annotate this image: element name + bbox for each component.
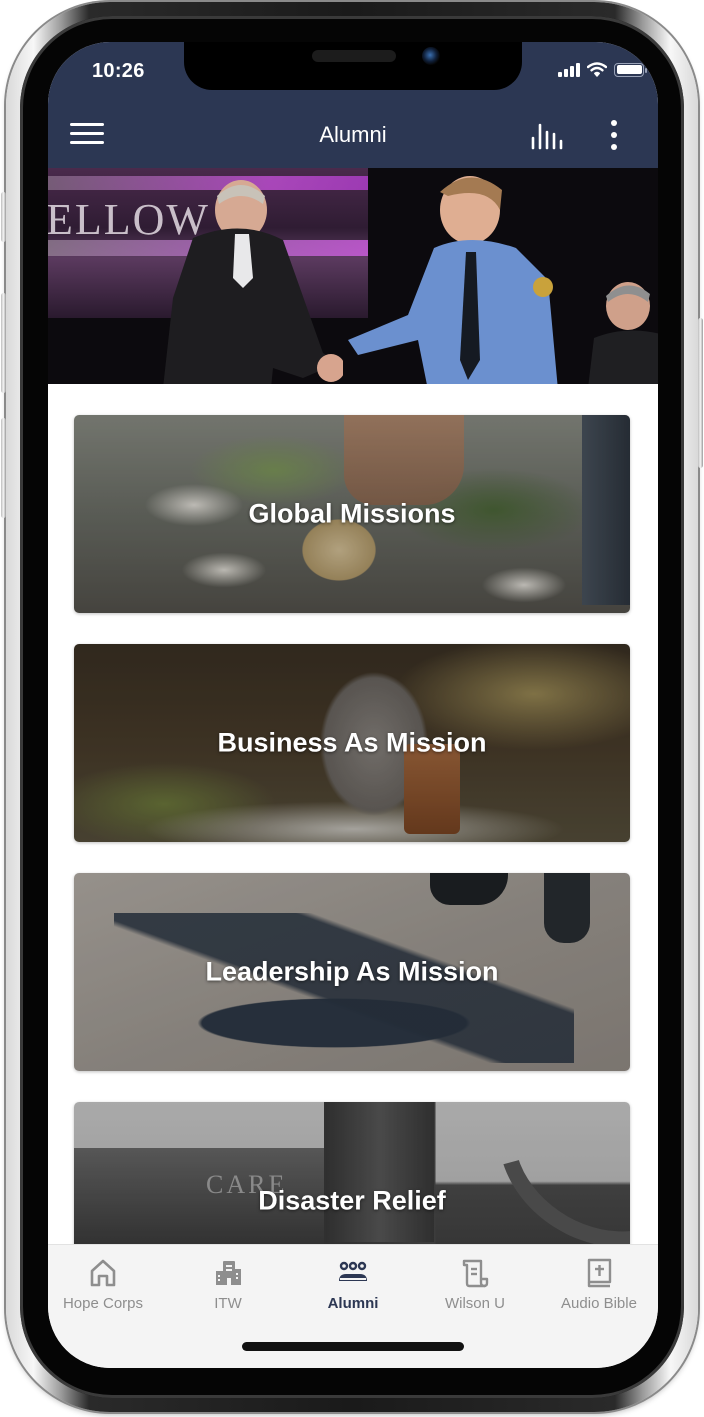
tab-hope-corps[interactable]: Hope Corps — [48, 1257, 164, 1317]
card-overlay — [74, 1102, 630, 1244]
speaker-grille — [312, 50, 396, 62]
tab-wilson-u[interactable]: Wilson U — [414, 1257, 536, 1317]
card-leadership-as-mission[interactable]: Leadership As Mission — [74, 873, 630, 1071]
hero-image: ELLOW — [48, 168, 658, 384]
card-label: Disaster Relief — [258, 1185, 446, 1216]
tab-label: ITW — [214, 1295, 242, 1312]
page-title: Alumni — [319, 122, 387, 147]
wifi-icon — [587, 62, 607, 77]
group-icon — [339, 1261, 367, 1281]
card-business-as-mission[interactable]: Business As Mission — [74, 644, 630, 842]
card-label: Global Missions — [248, 498, 456, 529]
power-button — [698, 318, 703, 468]
home-icon — [90, 1259, 116, 1287]
app-header: 10:26 Alumni — [48, 42, 658, 168]
audio-equalizer-icon[interactable] — [530, 122, 566, 150]
volume-up-button — [1, 293, 6, 393]
scroll-icon — [462, 1259, 489, 1288]
front-camera — [422, 47, 440, 65]
card-disaster-relief[interactable]: CARE Disaster Relief — [74, 1102, 630, 1244]
tab-itw[interactable]: ITW — [167, 1257, 289, 1317]
more-vertical-icon[interactable] — [604, 118, 624, 152]
tab-audio-bible[interactable]: Audio Bible — [538, 1257, 658, 1317]
battery-icon — [614, 62, 647, 77]
tab-alumni[interactable]: Alumni — [292, 1257, 414, 1317]
mute-switch — [1, 192, 6, 242]
young-man-figure — [348, 176, 558, 384]
cellular-signal-icon — [558, 62, 580, 77]
card-label: Leadership As Mission — [205, 956, 499, 987]
tab-label: Wilson U — [444, 1295, 505, 1312]
device-notch — [184, 42, 522, 90]
tab-label: Audio Bible — [561, 1295, 637, 1312]
home-indicator[interactable] — [242, 1342, 464, 1351]
background-man-figure — [588, 282, 658, 384]
older-man-figure — [163, 180, 343, 384]
buildings-icon — [216, 1261, 241, 1285]
status-icons — [558, 62, 647, 77]
tab-label: Alumni — [327, 1295, 379, 1312]
card-label: Business As Mission — [217, 727, 487, 758]
app-screen: 10:26 Alumni ELLOW Global Missions Busin… — [48, 42, 658, 1368]
volume-down-button — [1, 418, 6, 518]
status-time: 10:26 — [92, 60, 145, 82]
bible-icon — [587, 1258, 612, 1288]
tab-label: Hope Corps — [62, 1295, 144, 1312]
card-global-missions[interactable]: Global Missions — [74, 415, 630, 613]
category-card-list: Global Missions Business As Mission Lead… — [48, 384, 658, 1244]
